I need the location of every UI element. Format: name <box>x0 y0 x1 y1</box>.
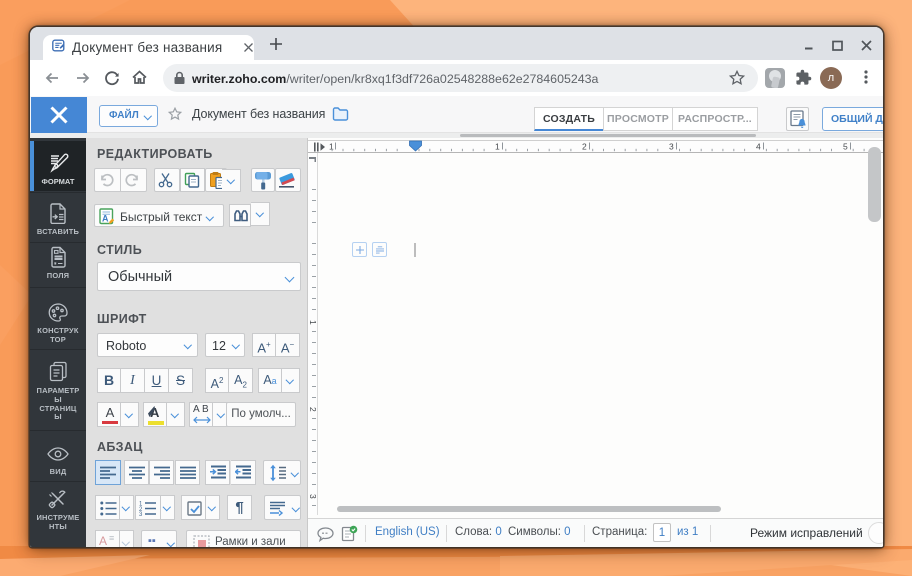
svg-text:A: A <box>102 214 109 224</box>
svg-text:1: 1 <box>495 142 500 152</box>
svg-text:2: 2 <box>582 142 587 152</box>
svg-text:4: 4 <box>756 142 761 152</box>
svg-text:3: 3 <box>139 512 143 516</box>
svg-text:5: 5 <box>843 142 848 152</box>
svg-text:3: 3 <box>669 142 674 152</box>
svg-text:2: 2 <box>308 407 318 412</box>
svg-text:1: 1 <box>329 142 334 152</box>
svg-text:1: 1 <box>308 320 318 325</box>
svg-text:3: 3 <box>308 494 318 499</box>
